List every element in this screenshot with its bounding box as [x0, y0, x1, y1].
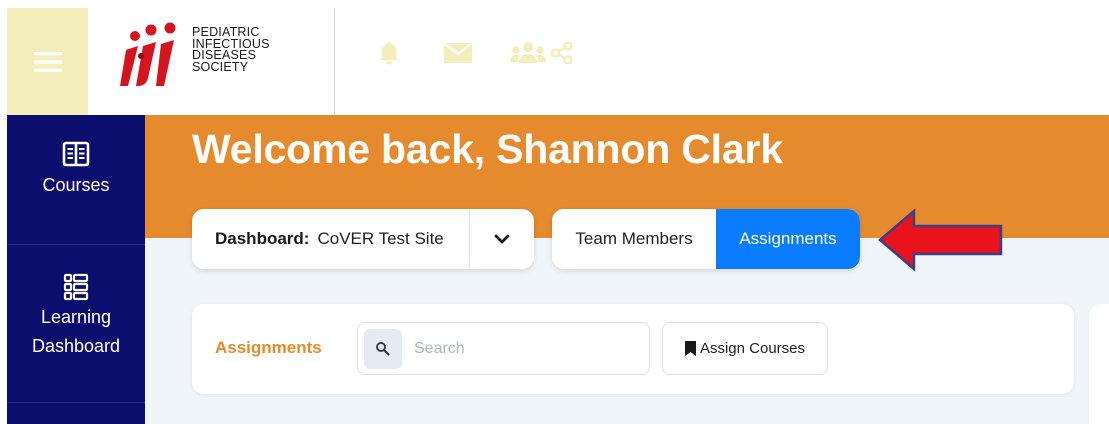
search-icon [376, 341, 390, 356]
sidebar-divider [7, 402, 145, 403]
sidebar: Courses Learning Dashboard [7, 115, 145, 424]
book-icon [62, 141, 90, 167]
header-icons [372, 38, 574, 68]
list-icon [63, 273, 89, 301]
chevron-down-icon [494, 234, 510, 244]
bell-icon [379, 42, 399, 65]
search-button[interactable] [364, 328, 402, 369]
notifications-button[interactable] [372, 38, 406, 68]
team-button[interactable] [510, 38, 546, 68]
sidebar-item-learning-dashboard[interactable]: Learning Dashboard [7, 273, 145, 361]
search-box[interactable] [357, 322, 650, 375]
assign-courses-label: Assign Courses [699, 340, 806, 357]
logo-text: PEDIATRIC INFECTIOUS DISEASES SOCIETY [192, 26, 270, 74]
messages-button[interactable] [444, 38, 472, 68]
pids-logo[interactable]: PEDIATRIC INFECTIOUS DISEASES SOCIETY [118, 18, 318, 98]
assignments-card: Assignments Assign Courses [192, 304, 1074, 394]
menu-icon [33, 51, 62, 72]
welcome-heading: Welcome back, Shannon Clark [192, 126, 783, 172]
sidebar-item-courses[interactable]: Courses [7, 141, 145, 200]
logo-mark-icon [120, 22, 176, 86]
top-bar: PEDIATRIC INFECTIOUS DISEASES SOCIETY [0, 0, 1109, 115]
search-input[interactable] [414, 339, 634, 358]
sidebar-item-label-line: Learning [40, 307, 112, 327]
dashboard-label: Dashboard: [215, 229, 310, 248]
annotation-arrow-icon [878, 208, 1003, 272]
secondary-card [1089, 304, 1109, 424]
logo-line: SOCIETY [192, 59, 249, 74]
view-tabs: Team Members Assignments [552, 209, 860, 269]
sidebar-item-label: Courses [42, 175, 110, 195]
dashboard-dropdown-toggle[interactable] [469, 209, 534, 269]
dashboard-select[interactable]: Dashboard: CoVER Test Site [192, 209, 534, 269]
assign-courses-button[interactable]: Assign Courses [662, 322, 828, 375]
menu-button[interactable] [7, 8, 88, 115]
users-icon [510, 42, 546, 63]
envelope-icon [444, 43, 472, 63]
tab-team-members[interactable]: Team Members [552, 209, 716, 269]
dashboard-label-wrap: Dashboard: [192, 229, 309, 249]
share-icon [551, 42, 573, 64]
sidebar-divider [7, 244, 145, 245]
dashboard-value: CoVER Test Site [317, 229, 444, 248]
header-divider [334, 8, 335, 115]
tab-assignments[interactable]: Assignments [716, 209, 860, 269]
sidebar-item-label-line: Dashboard [31, 336, 121, 356]
page: PEDIATRIC INFECTIOUS DISEASES SOCIETY Co… [0, 0, 1109, 424]
main-content: Welcome back, Shannon Clark Dashboard: C… [145, 115, 1109, 424]
share-button[interactable] [550, 38, 574, 68]
assignments-card-title: Assignments [215, 338, 322, 357]
bookmark-icon [684, 341, 696, 356]
